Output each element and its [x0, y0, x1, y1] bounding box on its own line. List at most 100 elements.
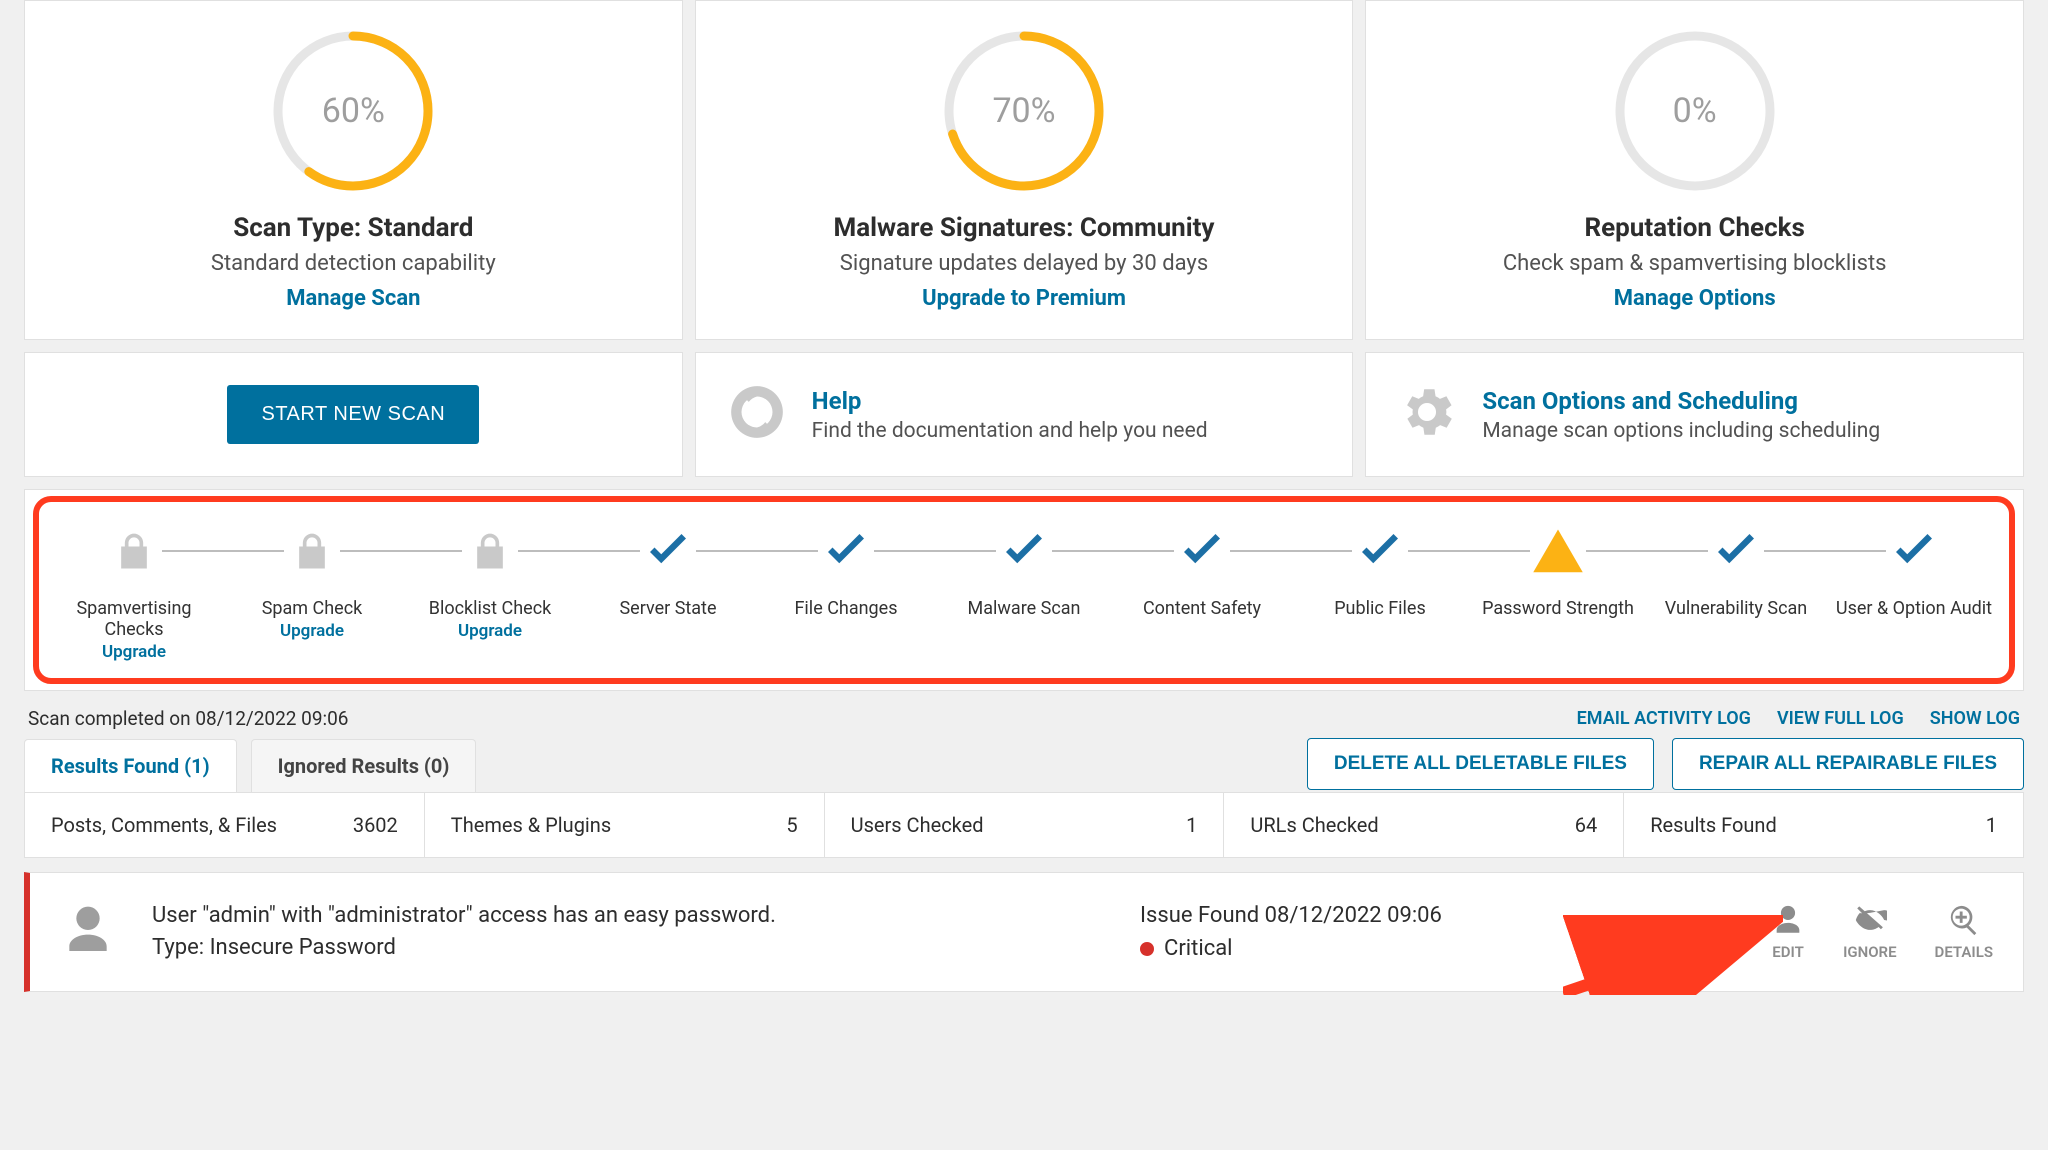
stage-label: File Changes	[757, 598, 935, 619]
user-icon	[60, 902, 116, 963]
stage-spam-check: Spam CheckUpgrade	[223, 524, 401, 641]
stage-content-safety: Content Safety	[1113, 524, 1291, 619]
summary-cards: 60% Scan Type: Standard Standard detecti…	[24, 0, 2024, 340]
delete-all-button[interactable]: DELETE ALL DELETABLE FILES	[1307, 738, 1654, 790]
stage-label: Password Strength	[1469, 598, 1647, 619]
ignore-action[interactable]: IGNORE	[1843, 903, 1896, 961]
card-scan-type: 60% Scan Type: Standard Standard detecti…	[24, 0, 683, 340]
stage-label: Vulnerability Scan	[1647, 598, 1825, 619]
check-icon	[1352, 524, 1408, 580]
start-new-scan-button[interactable]: START NEW SCAN	[227, 385, 479, 444]
scan-stages: Spamvertising ChecksUpgradeSpam CheckUpg…	[24, 489, 2024, 691]
tool-start-scan: START NEW SCAN	[24, 352, 683, 477]
user-icon	[1771, 903, 1805, 937]
card-title: Malware Signatures: Community	[833, 213, 1214, 243]
result-found-label: Issue Found 08/12/2022 09:06	[1140, 899, 1735, 932]
card-subtitle: Signature updates delayed by 30 days	[840, 251, 1208, 276]
stage-upgrade-link[interactable]: Upgrade	[401, 621, 579, 641]
edit-action[interactable]: EDIT	[1771, 903, 1805, 961]
stage-vulnerability-scan: Vulnerability Scan	[1647, 524, 1825, 619]
lock-icon	[284, 524, 340, 580]
check-icon	[1886, 524, 1942, 580]
manage-options-link[interactable]: Manage Options	[1614, 286, 1776, 311]
help-title: Help	[812, 387, 1208, 415]
stage-public-files: Public Files	[1291, 524, 1469, 619]
options-title: Scan Options and Scheduling	[1482, 387, 1880, 415]
stat-users-checked: Users Checked 1	[825, 793, 1225, 857]
options-subtitle: Manage scan options including scheduling	[1482, 419, 1880, 443]
stage-label: Server State	[579, 598, 757, 619]
stage-label: Spam Check	[223, 598, 401, 619]
stage-upgrade-link[interactable]: Upgrade	[223, 621, 401, 641]
stat-value: 1	[1986, 813, 1997, 837]
manage-scan-link[interactable]: Manage Scan	[286, 286, 420, 311]
stage-malware-scan: Malware Scan	[935, 524, 1113, 619]
severity-dot-icon	[1140, 942, 1154, 956]
stage-label: User & Option Audit	[1825, 598, 2003, 619]
life-ring-icon	[726, 381, 788, 448]
check-icon	[996, 524, 1052, 580]
stage-label: Blocklist Check	[401, 598, 579, 619]
warn-icon	[1530, 524, 1586, 580]
magnify-plus-icon	[1947, 903, 1981, 937]
email-activity-log-link[interactable]: EMAIL ACTIVITY LOG	[1577, 708, 1751, 729]
tab-ignored-results[interactable]: Ignored Results (0)	[251, 739, 477, 792]
help-subtitle: Find the documentation and help you need	[812, 419, 1208, 443]
result-message: User "admin" with "administrator" access…	[152, 900, 1104, 932]
scan-completed-label: Scan completed on 08/12/2022 09:06	[28, 707, 348, 730]
stat-value: 5	[786, 813, 797, 837]
tools-row: START NEW SCAN Help Find the documentati…	[24, 352, 2024, 477]
stage-server-state: Server State	[579, 524, 757, 619]
tool-help[interactable]: Help Find the documentation and help you…	[695, 352, 1354, 477]
repair-all-button[interactable]: REPAIR ALL REPAIRABLE FILES	[1672, 738, 2024, 790]
stage-label: Malware Scan	[935, 598, 1113, 619]
stat-label: Users Checked	[851, 813, 984, 837]
result-item: User "admin" with "administrator" access…	[24, 872, 2024, 992]
view-full-log-link[interactable]: VIEW FULL LOG	[1777, 708, 1904, 729]
progress-ring: 0%	[1605, 21, 1785, 201]
card-subtitle: Standard detection capability	[211, 251, 496, 276]
gear-icon	[1396, 381, 1458, 448]
stat-posts-comments-files: Posts, Comments, & Files 3602	[25, 793, 425, 857]
stage-user-option-audit: User & Option Audit	[1825, 524, 2003, 619]
result-type: Type: Insecure Password	[152, 932, 1104, 964]
stage-label: Content Safety	[1113, 598, 1291, 619]
check-icon	[640, 524, 696, 580]
stats-strip: Posts, Comments, & Files 3602 Themes & Plu…	[24, 792, 2024, 858]
tool-options[interactable]: Scan Options and Scheduling Manage scan …	[1365, 352, 2024, 477]
stat-value: 1	[1186, 813, 1197, 837]
check-icon	[1708, 524, 1764, 580]
eye-slash-icon	[1853, 903, 1887, 937]
stat-value: 3602	[353, 813, 398, 837]
progress-ring: 60%	[263, 21, 443, 201]
stage-file-changes: File Changes	[757, 524, 935, 619]
stage-upgrade-link[interactable]: Upgrade	[45, 642, 223, 662]
stat-themes-plugins: Themes & Plugins 5	[425, 793, 825, 857]
results-header: Results Found (1) Ignored Results (0) DE…	[24, 738, 2024, 792]
card-title: Scan Type: Standard	[233, 213, 473, 243]
tab-results-found[interactable]: Results Found (1)	[24, 739, 237, 792]
progress-percent: 0%	[1605, 21, 1785, 201]
lock-icon	[462, 524, 518, 580]
stage-password-strength: Password Strength	[1469, 524, 1647, 619]
stage-spamvertising-checks: Spamvertising ChecksUpgrade	[45, 524, 223, 662]
card-title: Reputation Checks	[1584, 213, 1804, 243]
stage-label: Spamvertising Checks	[45, 598, 223, 640]
stage-label: Public Files	[1291, 598, 1469, 619]
stat-results-found: Results Found1	[1624, 793, 2023, 857]
check-icon	[818, 524, 874, 580]
stat-label: Themes & Plugins	[451, 813, 611, 837]
scan-meta: Scan completed on 08/12/2022 09:06 EMAIL…	[28, 707, 2020, 730]
check-icon	[1174, 524, 1230, 580]
progress-ring: 70%	[934, 21, 1114, 201]
progress-percent: 70%	[934, 21, 1114, 201]
upgrade-premium-link[interactable]: Upgrade to Premium	[922, 286, 1126, 311]
stat-label: Posts, Comments, & Files	[51, 813, 277, 837]
show-log-link[interactable]: SHOW LOG	[1930, 708, 2020, 729]
result-severity: Critical	[1140, 932, 1735, 965]
card-reputation-checks: 0% Reputation Checks Check spam & spamve…	[1365, 0, 2024, 340]
stage-blocklist-check: Blocklist CheckUpgrade	[401, 524, 579, 641]
details-action[interactable]: DETAILS	[1935, 903, 1993, 961]
card-subtitle: Check spam & spamvertising blocklists	[1503, 251, 1887, 276]
stat-value: 64	[1575, 813, 1597, 837]
